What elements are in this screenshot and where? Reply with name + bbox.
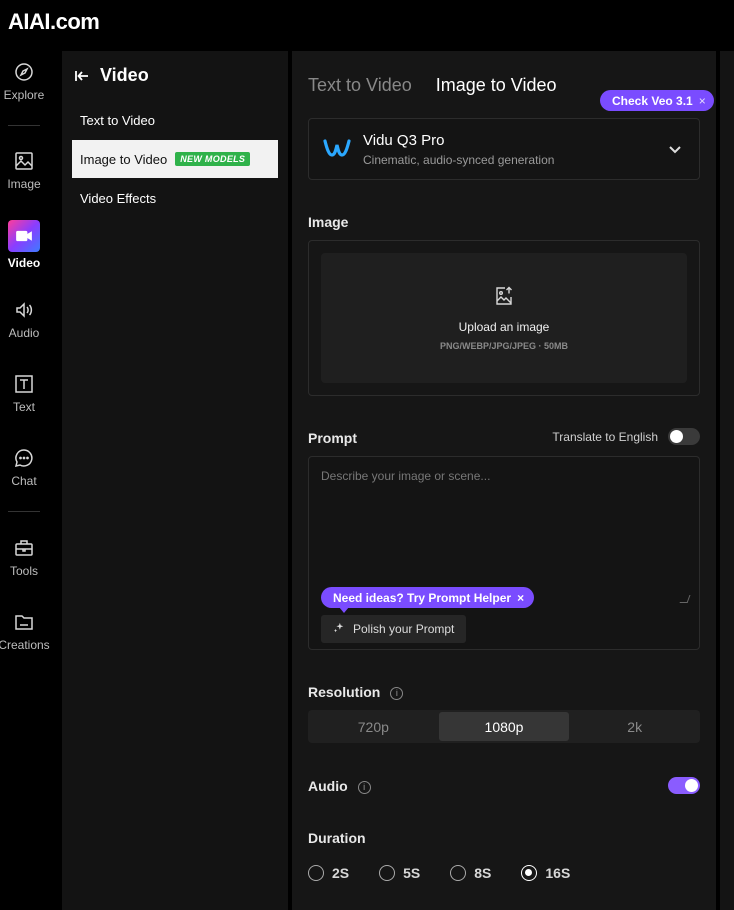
subnav-item-label: Text to Video [80, 112, 155, 128]
resolution-option-1080p[interactable]: 1080p [438, 712, 570, 741]
new-models-badge: NEW MODELS [175, 152, 251, 166]
subnav-item-text-to-video[interactable]: Text to Video [72, 101, 278, 139]
check-veo-pill[interactable]: Check Veo 3.1 × [600, 90, 714, 111]
helper-pill-label: Need ideas? Try Prompt Helper [333, 590, 512, 605]
promo-pill-label: Check Veo 3.1 [612, 93, 693, 108]
chevron-down-icon [667, 141, 683, 157]
compass-icon [14, 62, 34, 82]
resize-handle[interactable] [679, 595, 691, 603]
radio-button[interactable] [308, 865, 324, 881]
duration-option-5s[interactable]: 5S [379, 865, 420, 881]
duration-options: 2S 5S 8S 16S [308, 865, 600, 881]
duration-option-label: 5S [403, 865, 421, 881]
rail-item-creations[interactable]: Creations [0, 612, 50, 652]
rail-item-label: Video [7, 256, 41, 270]
rail-item-label: Chat [11, 474, 37, 488]
rail-divider [8, 511, 40, 512]
resolution-option-2k[interactable]: 2k [569, 710, 700, 743]
image-dropzone[interactable]: Upload an image PNG/WEBP/JPG/JPEG · 50MB [321, 253, 687, 383]
resolution-label-text: Resolution [308, 684, 381, 700]
info-icon[interactable]: i [390, 687, 404, 700]
rail-divider [8, 125, 40, 126]
sparkle-icon [333, 622, 345, 637]
text-box-icon [14, 374, 34, 394]
rail-item-audio[interactable]: Audio [0, 300, 48, 340]
rail-item-image[interactable]: Image [0, 151, 48, 191]
audio-label: Audio i [308, 778, 371, 794]
duration-option-16s[interactable]: 16S [521, 865, 570, 881]
rail-item-label: Image [7, 177, 41, 191]
rail-item-label: Text [12, 400, 35, 414]
translate-label: Translate to English [552, 429, 658, 444]
duration-option-2s[interactable]: 2S [308, 865, 349, 881]
rail-item-label: Creations [0, 638, 50, 652]
subnav-header: Video [74, 65, 149, 86]
close-icon[interactable]: × [699, 94, 706, 108]
rail-item-label: Audio [8, 326, 40, 340]
radio-button[interactable] [521, 865, 538, 881]
duration-option-label: 8S [474, 865, 492, 881]
polish-button-label: Polish your Prompt [353, 622, 455, 636]
translate-toggle-row: Translate to English [552, 428, 700, 445]
subnav-item-label: Video Effects [80, 190, 157, 206]
rail-item-text[interactable]: Text [0, 374, 48, 414]
subnav-item-image-to-video[interactable]: Image to Video NEW MODELS [72, 140, 278, 178]
chat-bubble-icon [14, 448, 34, 468]
translate-toggle[interactable] [668, 428, 700, 445]
duration-option-8s[interactable]: 8S [450, 865, 491, 881]
vidu-logo-icon [323, 137, 351, 161]
audio-label-text: Audio [308, 778, 348, 794]
tab-text-to-video[interactable]: Text to Video [308, 75, 412, 96]
rail-item-chat[interactable]: Chat [0, 448, 48, 488]
prompt-helper-pill[interactable]: Need ideas? Try Prompt Helper × [321, 587, 535, 613]
duration-option-label: 2S [332, 865, 350, 881]
rail-item-video[interactable]: Video [0, 220, 48, 270]
radio-button[interactable] [450, 865, 467, 881]
prompt-input[interactable] [321, 469, 687, 603]
duration-label: Duration [308, 830, 366, 846]
image-section-label: Image [308, 214, 349, 230]
audio-toggle[interactable] [668, 777, 700, 794]
folder-icon [14, 612, 34, 632]
mode-tabs: Text to Video Image to Video [308, 75, 557, 96]
rail-item-label: Tools [9, 564, 38, 578]
rail-item-tools[interactable]: Tools [0, 538, 48, 578]
video-camera-icon [8, 220, 40, 252]
brand-logo[interactable]: AIAI.com [8, 9, 100, 35]
subnav-title: Video [100, 65, 149, 85]
toggle-knob [685, 779, 698, 792]
polish-prompt-button[interactable]: Polish your Prompt [321, 615, 467, 643]
model-name: Vidu Q3 Pro [363, 132, 445, 149]
resolution-label: Resolution i [308, 684, 404, 700]
rail-item-explore[interactable]: Explore [0, 62, 48, 102]
image-upload-area: Upload an image PNG/WEBP/JPG/JPEG · 50MB [308, 240, 700, 396]
image-icon [14, 151, 34, 171]
resolution-option-720p[interactable]: 720p [308, 710, 439, 743]
primary-rail: Explore Image Video Audio Text Chat Tool… [0, 51, 50, 910]
toggle-knob [670, 430, 683, 443]
subnav-item-video-effects[interactable]: Video Effects [72, 179, 278, 217]
back-arrow-icon[interactable] [74, 68, 90, 84]
model-description: Cinematic, audio-synced generation [363, 153, 555, 167]
prompt-box: Need ideas? Try Prompt Helper × Polish y… [308, 456, 700, 650]
radio-button[interactable] [379, 865, 396, 881]
duration-option-label: 16S [545, 865, 571, 881]
prompt-section-label: Prompt [308, 430, 357, 446]
resolution-selector: 720p 1080p 2k [308, 710, 700, 743]
upload-title: Upload an image [458, 320, 550, 334]
generator-panel: Text to Video Image to Video Check Veo 3… [292, 51, 716, 910]
rail-item-label: Explore [3, 88, 45, 102]
tab-image-to-video[interactable]: Image to Video [436, 75, 557, 96]
close-icon[interactable]: × [517, 591, 524, 605]
toolbox-icon [14, 538, 34, 558]
speaker-icon [14, 300, 34, 320]
right-panel-edge [720, 51, 734, 910]
model-selector[interactable]: Vidu Q3 Pro Cinematic, audio-synced gene… [308, 118, 700, 180]
image-upload-icon [494, 286, 514, 306]
subnav-item-label: Image to Video [80, 151, 168, 167]
upload-formats: PNG/WEBP/JPG/JPEG · 50MB [439, 341, 569, 351]
info-icon[interactable]: i [357, 781, 371, 794]
video-subnav: Video Text to Video Image to Video NEW M… [62, 51, 288, 910]
